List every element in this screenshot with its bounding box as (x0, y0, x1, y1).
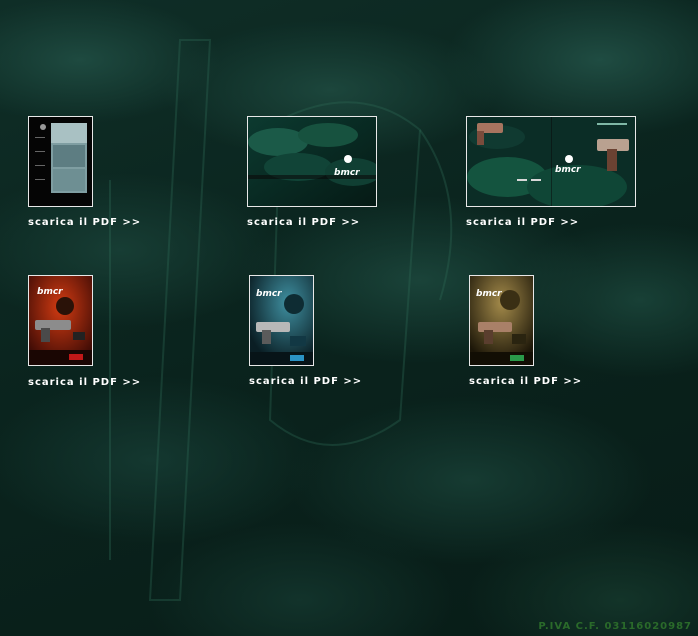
download-pdf-link-4[interactable]: scarica il PDF >> (28, 377, 141, 388)
flyer-blue-gun-icon: bmcr (250, 276, 313, 365)
download-pdf-link-5[interactable]: scarica il PDF >> (249, 376, 362, 387)
catalog-cover-photo-icon (29, 117, 92, 206)
download-pdf-link-1[interactable]: scarica il PDF >> (28, 217, 141, 228)
svg-text:bmcr: bmcr (555, 165, 581, 175)
catalog-cover-green-icon: bmcr (248, 117, 376, 206)
catalog-thumbnail-1[interactable] (28, 116, 93, 207)
catalog-thumbnail-2[interactable]: bmcr (247, 116, 377, 207)
flyer-thumbnail-4[interactable]: bmcr (28, 275, 93, 366)
svg-text:bmcr: bmcr (256, 289, 282, 299)
background-emblem-icon (109, 39, 453, 601)
flyer-red-gun-icon: bmcr (29, 276, 92, 365)
flyer-olive-gun-icon: bmcr (470, 276, 533, 365)
scales-background (0, 0, 698, 636)
flyer-thumbnail-6[interactable]: bmcr (469, 275, 534, 366)
svg-text:bmcr: bmcr (37, 287, 63, 297)
flyer-thumbnail-5[interactable]: bmcr (249, 275, 314, 366)
svg-text:bmcr: bmcr (334, 168, 360, 178)
catalog-spread-gun-icon: bmcr (467, 117, 635, 206)
svg-text:bmcr: bmcr (476, 289, 502, 299)
vat-number-footer: P.IVA C.F. 03116020987 (538, 621, 692, 632)
download-pdf-link-3[interactable]: scarica il PDF >> (466, 217, 579, 228)
catalog-thumbnail-3[interactable]: bmcr (466, 116, 636, 207)
download-pdf-link-6[interactable]: scarica il PDF >> (469, 376, 582, 387)
download-pdf-link-2[interactable]: scarica il PDF >> (247, 217, 360, 228)
